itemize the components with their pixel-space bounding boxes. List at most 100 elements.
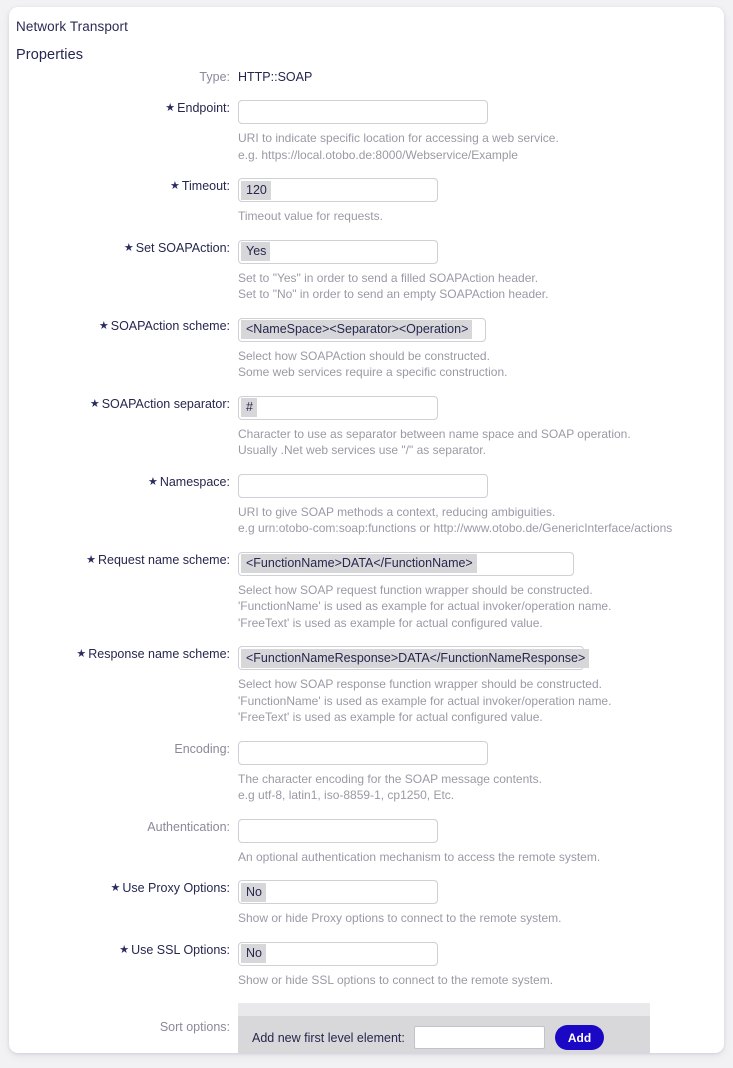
label-endpoint-text: Endpoint: [177, 101, 230, 115]
label-use-proxy-options-text: Use Proxy Options: [122, 881, 230, 895]
required-star-icon: ★ [98, 319, 109, 332]
label-authentication: Authentication: [147, 819, 230, 834]
field-row-use-proxy-options: ★ Use Proxy Options: No Show or hide Prox… [9, 880, 724, 927]
label-use-ssl-options-text: Use SSL Options: [131, 942, 230, 957]
add-first-level-element-input[interactable] [413, 1026, 545, 1049]
field-row-soapaction-separator: ★ SOAPAction separator: # Character to us… [9, 395, 724, 459]
field-row-set-soapaction: ★ Set SOAPAction: Yes Set to "Yes" in ord… [9, 239, 724, 303]
field-row-use-ssl-options: ★ Use SSL Options: No Show or hide SSL op… [9, 941, 724, 989]
label-soapaction-separator-text: SOAPAction separator: [101, 396, 230, 411]
hint-set-soapaction-1: Set to "Yes" in order to send a filled S… [238, 270, 539, 285]
hint-soapaction-scheme-2: Some web services require a specific con… [238, 365, 508, 379]
set-soapaction-value: Yes [241, 242, 271, 261]
timeout-input[interactable]: 120 [238, 178, 438, 202]
hint-encoding-1: The character encoding for the SOAP mess… [238, 771, 542, 786]
required-star-icon: ★ [165, 102, 176, 114]
label-timeout-text: Timeout: [181, 179, 230, 193]
set-soapaction-select[interactable]: Yes [238, 239, 438, 264]
required-star-icon: ★ [169, 180, 180, 192]
label-set-soapaction: ★ Set SOAPAction: [9, 240, 238, 257]
label-type: Type: [199, 70, 230, 84]
soapaction-separator-input[interactable]: # [238, 395, 438, 420]
soapaction-separator-value: # [241, 398, 257, 417]
encoding-input[interactable] [238, 740, 488, 765]
hint-namespace-2: e.g urn:otobo-com:soap:functions or http… [238, 521, 673, 535]
label-response-name-scheme-text: Response name scheme: [88, 647, 230, 661]
hint-timeout-1: Timeout value for requests. [238, 209, 383, 223]
label-namespace-text: Namespace: [159, 474, 230, 489]
hint-request-name-scheme-1: Select how SOAP request function wrapper… [238, 582, 593, 597]
timeout-value: 120 [241, 180, 271, 200]
sort-options-box-body: Add new first level element: Add [238, 1016, 650, 1053]
field-row-response-name-scheme: ★ Response name scheme: <FunctionNameResp… [9, 646, 724, 726]
network-transport-card: Network Transport Properties Type: HTTP:… [9, 7, 724, 1053]
required-star-icon: ★ [119, 943, 130, 956]
required-star-icon: ★ [123, 241, 134, 254]
hint-soapaction-scheme-1: Select how SOAPAction should be construc… [238, 348, 490, 363]
request-name-scheme-select[interactable]: <FunctionName>DATA</FunctionName> [238, 551, 574, 576]
field-row-endpoint: ★ Endpoint: URI to indicate specific loca… [9, 100, 724, 163]
required-star-icon: ★ [89, 397, 100, 410]
field-row-authentication: Authentication: An optional authenticati… [9, 818, 724, 866]
label-sort-options: Sort options: [159, 1020, 230, 1034]
label-soapaction-separator: ★ SOAPAction separator: [9, 396, 238, 413]
add-button[interactable]: Add [554, 1025, 605, 1050]
field-row-encoding: Encoding: The character encoding for the… [9, 740, 724, 804]
label-use-proxy-options: ★ Use Proxy Options: [9, 880, 238, 897]
label-namespace: ★ Namespace: [9, 474, 238, 491]
hint-response-name-scheme-3: 'FreeText' is used as example for actual… [238, 710, 543, 724]
use-ssl-options-select[interactable]: No [238, 941, 438, 966]
field-row-request-name-scheme: ★ Request name scheme: <FunctionName>DATA… [9, 551, 724, 632]
label-endpoint: ★ Endpoint: [9, 100, 238, 117]
use-proxy-options-value: No [241, 882, 266, 902]
label-encoding: Encoding: [174, 741, 230, 756]
field-row-namespace: ★ Namespace: URI to give SOAP methods a c… [9, 473, 724, 537]
hint-endpoint-2: e.g. https://local.otobo.de:8000/Webserv… [238, 147, 518, 162]
label-timeout: ★ Timeout: [9, 178, 238, 195]
label-set-soapaction-text: Set SOAPAction: [135, 240, 230, 255]
use-ssl-options-value: No [241, 944, 266, 963]
label-soapaction-scheme: ★ SOAPAction scheme: [9, 318, 238, 335]
label-request-name-scheme: ★ Request name scheme: [9, 552, 238, 569]
label-use-ssl-options: ★ Use SSL Options: [9, 942, 238, 959]
hint-endpoint-1: URI to indicate specific location for ac… [238, 131, 559, 145]
field-row-soapaction-scheme: ★ SOAPAction scheme: <NameSpace><Separato… [9, 317, 724, 381]
widget-title: Network Transport [16, 19, 128, 34]
hint-namespace-1: URI to give SOAP methods a context, redu… [238, 504, 556, 519]
hint-soapaction-separator-2: Usually .Net web services use "/" as sep… [238, 443, 486, 457]
namespace-input[interactable] [238, 473, 488, 498]
required-star-icon: ★ [76, 648, 87, 660]
field-row-timeout: ★ Timeout: 120 Timeout value for requests… [9, 178, 724, 225]
sort-options-box-header [238, 1003, 650, 1016]
hint-request-name-scheme-2: 'FunctionName' is used as example for ac… [238, 599, 612, 613]
page-title: Properties [16, 47, 84, 63]
hint-use-ssl-options-1: Show or hide SSL options to connect to t… [238, 972, 554, 987]
use-proxy-options-select[interactable]: No [238, 880, 438, 904]
hint-encoding-2: e.g utf-8, latin1, iso-8859-1, cp1250, E… [238, 788, 455, 802]
hint-set-soapaction-2: Set to "No" in order to send an empty SO… [238, 287, 549, 301]
response-name-scheme-select[interactable]: <FunctionNameResponse>DATA</FunctionName… [238, 646, 590, 670]
label-response-name-scheme: ★ Response name scheme: [9, 646, 238, 663]
label-soapaction-scheme-text: SOAPAction scheme: [110, 318, 230, 333]
required-star-icon: ★ [147, 475, 158, 488]
field-row-sort-options: Sort options: Add new first level elemen… [9, 1003, 724, 1053]
add-first-level-element-label: Add new first level element: [252, 1030, 405, 1045]
request-name-scheme-value: <FunctionName>DATA</FunctionName> [241, 554, 477, 573]
hint-soapaction-separator-1: Character to use as separator between na… [238, 426, 631, 441]
required-star-icon: ★ [86, 553, 96, 566]
properties-form: Type: HTTP::SOAP ★ Endpoint: URI to indic… [9, 69, 724, 1053]
label-request-name-scheme-text: Request name scheme: [97, 552, 230, 567]
sort-options-box: Add new first level element: Add [238, 1003, 650, 1053]
hint-authentication-1: An optional authentication mechanism to … [238, 849, 601, 864]
hint-request-name-scheme-3: 'FreeText' is used as example for actual… [238, 615, 543, 630]
hint-response-name-scheme-1: Select how SOAP response function wrappe… [238, 677, 602, 691]
authentication-select[interactable] [238, 818, 438, 843]
soapaction-scheme-value: <NameSpace><Separator><Operation> [241, 320, 473, 339]
soapaction-scheme-select[interactable]: <NameSpace><Separator><Operation> [238, 317, 486, 342]
field-row-type: Type: HTTP::SOAP [9, 69, 724, 85]
hint-use-proxy-options-1: Show or hide Proxy options to connect to… [238, 911, 562, 925]
required-star-icon: ★ [110, 882, 121, 894]
hint-response-name-scheme-2: 'FunctionName' is used as example for ac… [238, 693, 612, 708]
endpoint-input[interactable] [238, 100, 488, 124]
response-name-scheme-value: <FunctionNameResponse>DATA</FunctionName… [241, 648, 590, 668]
